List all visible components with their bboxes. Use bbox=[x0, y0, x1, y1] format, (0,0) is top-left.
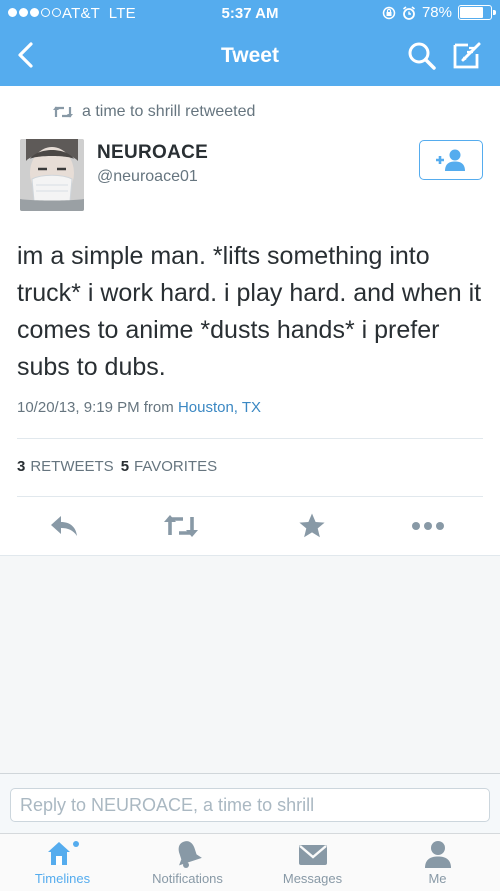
retweet-icon bbox=[164, 515, 198, 537]
tab-bar: Timelines Notifications Messages Me bbox=[0, 833, 500, 891]
tab-timelines[interactable]: Timelines bbox=[0, 834, 125, 891]
author-name[interactable]: NEUROACE bbox=[97, 142, 208, 164]
retweet-context[interactable]: a time to shrill retweeted bbox=[52, 103, 255, 121]
tweet-meta: 10/20/13, 9:19 PM from Houston, TX bbox=[17, 399, 261, 416]
follow-button[interactable] bbox=[419, 140, 483, 180]
more-button[interactable] bbox=[410, 511, 446, 541]
reply-input[interactable] bbox=[10, 788, 490, 822]
home-icon bbox=[47, 841, 79, 865]
engagement-counts: 3 RETWEETS 5 FAVORITES bbox=[17, 458, 217, 475]
retweeted-by-text: a time to shrill retweeted bbox=[82, 103, 256, 120]
add-user-icon bbox=[436, 149, 465, 171]
envelope-icon bbox=[298, 845, 327, 865]
retweets-count[interactable]: 3 RETWEETS bbox=[17, 458, 114, 475]
app-header: AT&T LTE 5:37 AM 78% Tweet bbox=[0, 0, 500, 86]
status-bar: AT&T LTE 5:37 AM 78% bbox=[0, 0, 500, 28]
avatar-photo bbox=[20, 139, 84, 211]
battery-percent: 78% bbox=[421, 4, 452, 21]
bell-icon bbox=[178, 841, 202, 868]
reply-bar bbox=[0, 773, 500, 833]
tweet-card: a time to shrill retweeted NEUROACE @neu… bbox=[0, 86, 500, 556]
status-right: 78% bbox=[382, 4, 496, 21]
battery-icon bbox=[458, 5, 496, 20]
retweet-button[interactable] bbox=[163, 511, 199, 541]
tab-label: Me bbox=[428, 871, 447, 886]
tab-label: Timelines bbox=[34, 871, 91, 886]
retweet-small-icon bbox=[53, 106, 73, 118]
tab-label: Notifications bbox=[152, 871, 223, 886]
alarm-icon bbox=[402, 5, 415, 20]
divider bbox=[17, 496, 483, 497]
tab-label: Messages bbox=[282, 871, 343, 886]
search-icon[interactable] bbox=[406, 40, 438, 72]
tab-notifications[interactable]: Notifications bbox=[125, 834, 250, 891]
tab-me[interactable]: Me bbox=[375, 834, 500, 891]
favorite-icon bbox=[299, 513, 325, 538]
tab-messages[interactable]: Messages bbox=[250, 834, 375, 891]
favorite-count-value: 5 bbox=[120, 458, 130, 475]
more-icon bbox=[412, 522, 444, 530]
person-icon bbox=[424, 841, 451, 868]
author-handle[interactable]: @neuroace01 bbox=[97, 168, 198, 186]
retweet-count-label: RETWEETS bbox=[30, 458, 114, 475]
tweet-text: im a simple man. *lifts something into t… bbox=[17, 242, 482, 381]
divider bbox=[17, 438, 483, 439]
tweet-timestamp: 10/20/13, 9:19 PM bbox=[17, 399, 140, 416]
compose-icon[interactable] bbox=[451, 39, 483, 71]
tweet-location-link[interactable]: Houston, TX bbox=[178, 399, 261, 416]
retweet-count-value: 3 bbox=[17, 458, 26, 475]
from-label: from bbox=[143, 399, 174, 416]
favorite-button[interactable] bbox=[294, 511, 330, 541]
nav-bar: Tweet bbox=[0, 28, 500, 86]
favorite-count-label: FAVORITES bbox=[134, 458, 218, 475]
favorites-count[interactable]: 5 FAVORITES bbox=[121, 458, 217, 475]
battery-fill bbox=[460, 7, 484, 18]
reply-icon bbox=[51, 516, 77, 536]
avatar[interactable] bbox=[20, 139, 84, 211]
lock-rotation-icon bbox=[382, 6, 396, 19]
reply-button[interactable] bbox=[46, 511, 82, 541]
